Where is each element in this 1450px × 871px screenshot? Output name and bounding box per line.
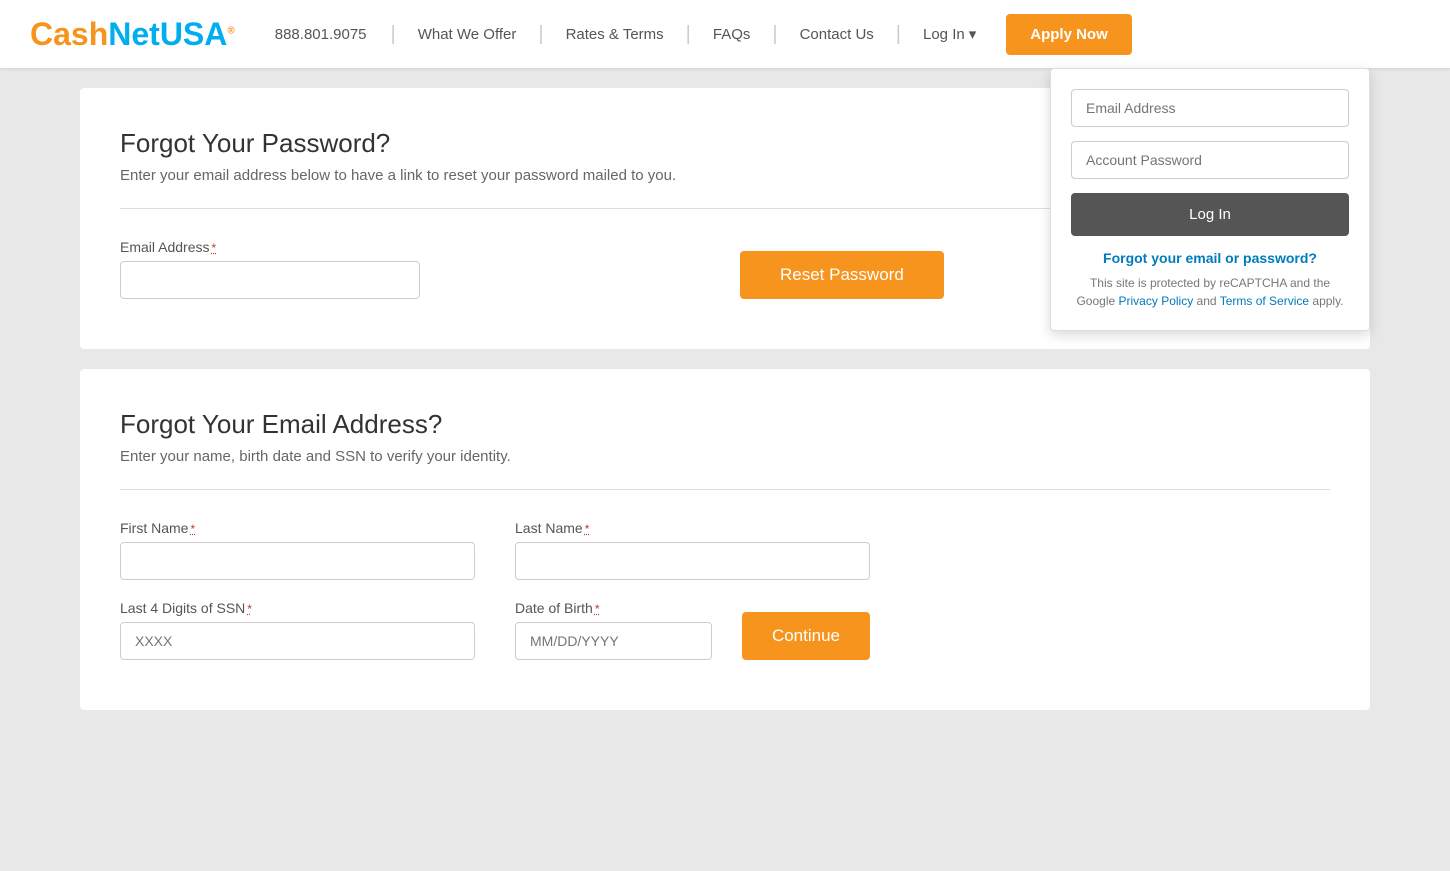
nav-separator-4: | bbox=[772, 23, 777, 46]
first-name-field: First Name* bbox=[120, 520, 475, 580]
nav-separator-5: | bbox=[896, 23, 901, 46]
last-name-label: Last Name* bbox=[515, 520, 870, 536]
terms-of-service-link[interactable]: Terms of Service bbox=[1220, 294, 1309, 308]
and-text: and bbox=[1197, 294, 1220, 308]
ssn-field: Last 4 Digits of SSN* bbox=[120, 600, 475, 660]
continue-button[interactable]: Continue bbox=[742, 612, 870, 660]
nav-contact-us[interactable]: Contact Us bbox=[782, 26, 892, 43]
logo-cash: Cash bbox=[30, 16, 108, 52]
dropdown-login-button[interactable]: Log In bbox=[1071, 193, 1349, 236]
first-name-required-star: * bbox=[190, 522, 195, 536]
dob-field: Date of Birth* bbox=[515, 600, 712, 660]
divider-2 bbox=[120, 489, 1330, 490]
header: CashNetUSA® 888.801.9075 | What We Offer… bbox=[0, 0, 1450, 68]
login-button[interactable]: Log In ▾ bbox=[905, 25, 994, 43]
logo-usa: USA bbox=[160, 16, 228, 52]
last-name-input[interactable] bbox=[515, 542, 870, 580]
dropdown-password-input[interactable] bbox=[1071, 141, 1349, 179]
forgot-link[interactable]: Forgot your email or password? bbox=[1071, 250, 1349, 266]
dob-required-star: * bbox=[595, 602, 600, 616]
nav-rates-terms[interactable]: Rates & Terms bbox=[548, 26, 682, 43]
logo[interactable]: CashNetUSA® bbox=[30, 16, 235, 53]
phone-number: 888.801.9075 bbox=[275, 26, 367, 43]
first-name-label: First Name* bbox=[120, 520, 475, 536]
email-address-label: Email Address* bbox=[120, 239, 420, 255]
header-nav: 888.801.9075 | What We Offer | Rates & T… bbox=[275, 14, 1420, 55]
forgot-email-title: Forgot Your Email Address? bbox=[120, 409, 1330, 440]
ssn-required-star: * bbox=[247, 602, 252, 616]
login-label: Log In bbox=[923, 26, 965, 43]
dob-input[interactable] bbox=[515, 622, 712, 660]
reset-email-field: Email Address* bbox=[120, 239, 420, 299]
privacy-policy-link[interactable]: Privacy Policy bbox=[1119, 294, 1194, 308]
nav-faqs[interactable]: FAQs bbox=[695, 26, 769, 43]
login-dropdown: Log In Forgot your email or password? Th… bbox=[1050, 68, 1370, 331]
apply-text: apply. bbox=[1312, 294, 1343, 308]
logo-net: Net bbox=[108, 16, 160, 52]
reset-password-button[interactable]: Reset Password bbox=[740, 251, 944, 299]
dropdown-forgot-section: Forgot your email or password? This site… bbox=[1071, 250, 1349, 310]
ssn-input[interactable] bbox=[120, 622, 475, 660]
nav-separator-2: | bbox=[538, 23, 543, 46]
first-name-input[interactable] bbox=[120, 542, 475, 580]
email-required-star: * bbox=[211, 241, 216, 255]
recaptcha-notice: This site is protected by reCAPTCHA and … bbox=[1071, 274, 1349, 310]
dropdown-email-input[interactable] bbox=[1071, 89, 1349, 127]
forgot-email-subtitle: Enter your name, birth date and SSN to v… bbox=[120, 448, 1330, 465]
nav-separator-1: | bbox=[391, 23, 396, 46]
last-name-field: Last Name* bbox=[515, 520, 870, 580]
login-arrow-icon: ▾ bbox=[969, 25, 977, 43]
dob-label: Date of Birth* bbox=[515, 600, 712, 616]
dob-continue-row: Date of Birth* Continue bbox=[515, 600, 870, 660]
ssn-label: Last 4 Digits of SSN* bbox=[120, 600, 475, 616]
last-name-required-star: * bbox=[585, 522, 590, 536]
forgot-password-email-input[interactable] bbox=[120, 261, 420, 299]
nav-what-we-offer[interactable]: What We Offer bbox=[400, 26, 535, 43]
nav-separator-3: | bbox=[686, 23, 691, 46]
apply-now-button[interactable]: Apply Now bbox=[1006, 14, 1132, 55]
forgot-email-card: Forgot Your Email Address? Enter your na… bbox=[80, 369, 1370, 710]
forgot-email-form-grid: First Name* Last Name* Last 4 Digits of … bbox=[120, 520, 870, 660]
logo-dot: ® bbox=[227, 25, 234, 36]
